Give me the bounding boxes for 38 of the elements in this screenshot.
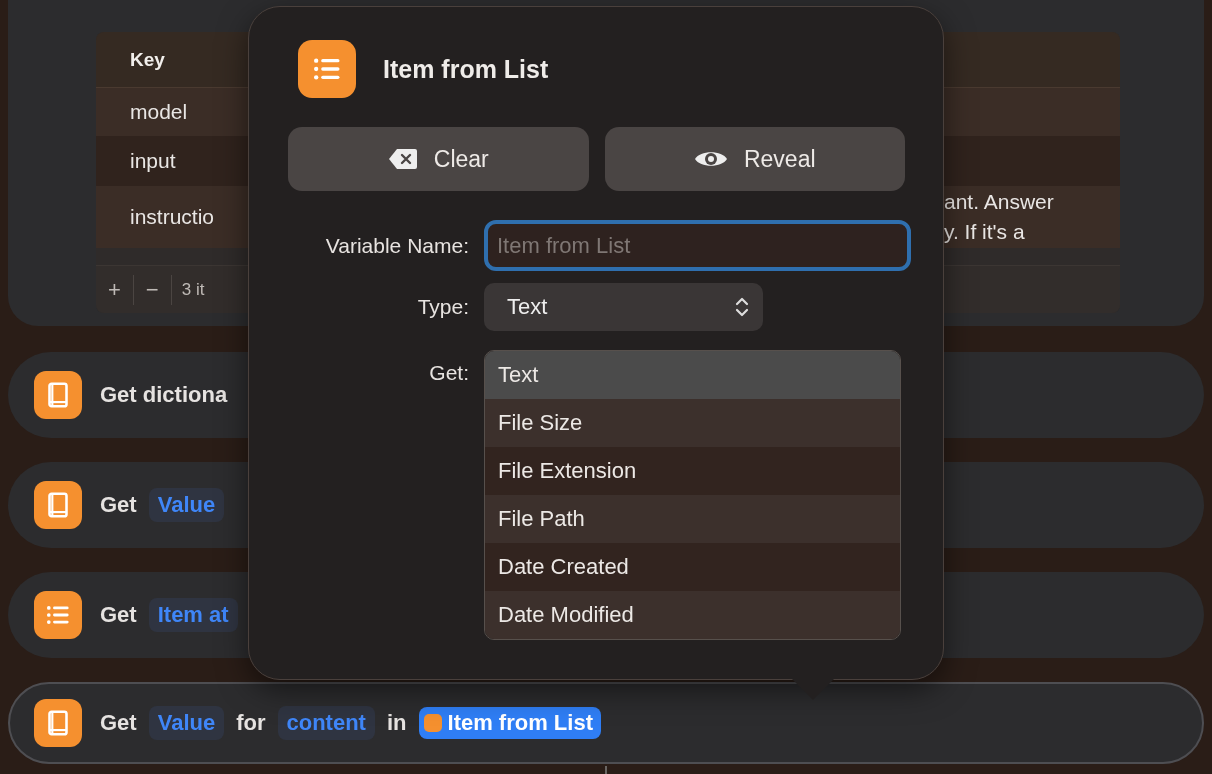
field-label: Variable Name: [324, 233, 469, 258]
item-count: 3 it [181, 279, 205, 300]
action-text: Get [100, 492, 137, 518]
parameter-token[interactable]: Value [148, 488, 225, 522]
action-text: for [236, 710, 266, 736]
chevron-updown-icon [735, 296, 749, 318]
list-option[interactable]: File Path [485, 495, 900, 543]
action-text: in [386, 710, 407, 736]
add-button[interactable]: + [96, 273, 133, 306]
list-option[interactable]: Date Modified [485, 591, 900, 639]
column-header: Key [130, 48, 165, 71]
key-cell-text: instructio [129, 205, 216, 229]
field-label: Type: [416, 295, 469, 319]
variable-name-field[interactable]: Item from List [484, 220, 911, 271]
parameter-token[interactable]: content [277, 706, 375, 740]
action-text: Get [100, 710, 137, 736]
parameter-token[interactable]: Value [148, 706, 225, 740]
remove-button[interactable]: − [133, 273, 171, 306]
type-popup[interactable]: Text [484, 283, 763, 331]
variable-token[interactable]: Item from List [418, 707, 601, 739]
variable-icon [423, 714, 442, 732]
key-cell-text: input [129, 149, 177, 173]
popover-title: Item from List [383, 54, 549, 84]
value-text: y. If it's a [944, 220, 1026, 244]
field-label: Get: [428, 361, 469, 385]
action-card[interactable]: Get Value for content in Item from List [8, 682, 1204, 764]
list-option[interactable]: Date Created [485, 543, 900, 591]
list-option[interactable]: Text [485, 351, 900, 399]
key-cell-text: model [129, 100, 189, 124]
value-text: ant. Answer [944, 190, 1055, 214]
list-option[interactable]: File Size [485, 399, 900, 447]
delete-icon [387, 148, 418, 170]
action-text: Get dictiona [100, 382, 228, 408]
action-text: Get [100, 602, 137, 628]
parameter-token[interactable]: Item at [148, 598, 238, 632]
clear-button[interactable]: Clear [288, 127, 589, 191]
reveal-button[interactable]: Reveal [604, 127, 905, 191]
list-option[interactable]: File Extension [485, 447, 900, 495]
